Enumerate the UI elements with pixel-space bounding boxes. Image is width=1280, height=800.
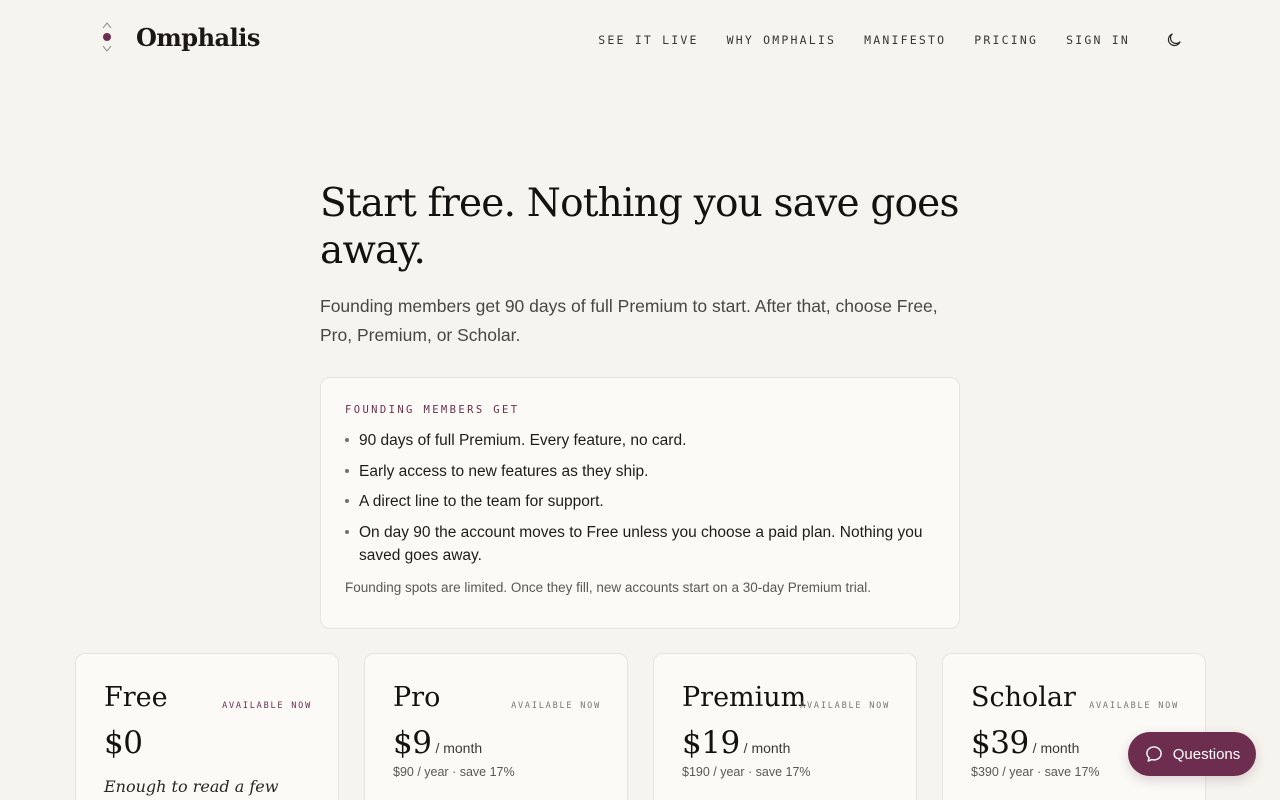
plans-grid: Free AVAILABLE NOW $0 Enough to read a f… bbox=[75, 653, 1206, 800]
nav-sign-in[interactable]: SIGN IN bbox=[1066, 33, 1130, 47]
founding-members-card: FOUNDING MEMBERS GET 90 days of full Pre… bbox=[320, 377, 960, 629]
pricing-hero: Start free. Nothing you save goes away. … bbox=[320, 180, 960, 350]
plan-period: / month bbox=[743, 740, 791, 756]
nav-see-it-live[interactable]: SEE IT LIVE bbox=[598, 33, 698, 47]
list-item: 90 days of full Premium. Every feature, … bbox=[345, 429, 925, 452]
questions-button[interactable]: Questions bbox=[1128, 732, 1256, 776]
plan-price: $39 bbox=[971, 725, 1029, 761]
founding-label: FOUNDING MEMBERS GET bbox=[345, 404, 520, 416]
page-subtitle: Founding members get 90 days of full Pre… bbox=[320, 296, 938, 345]
site-header: Omphalis SEE IT LIVE WHY OMPHALIS MANIFE… bbox=[0, 0, 1280, 80]
omphalis-logo-icon bbox=[102, 22, 112, 52]
list-item: A direct line to the team for support. bbox=[345, 490, 925, 513]
plan-price-row: $9 / month bbox=[393, 725, 599, 761]
plan-price: $0 bbox=[104, 725, 143, 761]
plan-period: / month bbox=[435, 740, 483, 756]
plan-annual-price: $190 / year · save 17% bbox=[682, 765, 811, 779]
availability-badge: AVAILABLE NOW bbox=[800, 701, 890, 711]
questions-label: Questions bbox=[1172, 745, 1241, 763]
page-title: Start free. Nothing you save goes away. bbox=[320, 181, 959, 273]
moon-icon[interactable] bbox=[1165, 31, 1183, 49]
availability-badge: AVAILABLE NOW bbox=[1089, 701, 1179, 711]
plan-price: $19 bbox=[682, 725, 740, 761]
nav-manifesto[interactable]: MANIFESTO bbox=[864, 33, 946, 47]
plan-card-free: Free AVAILABLE NOW $0 Enough to read a f… bbox=[75, 653, 339, 800]
availability-badge: AVAILABLE NOW bbox=[222, 701, 312, 711]
brand-name: Omphalis bbox=[136, 22, 260, 52]
brand-logo-link[interactable]: Omphalis bbox=[100, 20, 260, 54]
plan-card-pro: Pro AVAILABLE NOW $9 / month $90 / year … bbox=[364, 653, 628, 800]
plan-annual-price: $90 / year · save 17% bbox=[393, 765, 515, 779]
main-nav: SEE IT LIVE WHY OMPHALIS MANIFESTO PRICI… bbox=[598, 33, 1130, 47]
plan-price-row: $19 / month bbox=[682, 725, 888, 761]
founding-note: Founding spots are limited. Once they fi… bbox=[345, 579, 871, 595]
list-item: On day 90 the account moves to Free unle… bbox=[345, 521, 925, 567]
plan-card-premium: Premium AVAILABLE NOW $19 / month $190 /… bbox=[653, 653, 917, 800]
plan-price: $9 bbox=[393, 725, 432, 761]
nav-pricing[interactable]: PRICING bbox=[974, 33, 1038, 47]
availability-badge: AVAILABLE NOW bbox=[511, 701, 601, 711]
plan-card-scholar: Scholar AVAILABLE NOW $39 / month $390 /… bbox=[942, 653, 1206, 800]
plan-description: Enough to read a few bbox=[104, 777, 279, 796]
plan-period: / month bbox=[1032, 740, 1080, 756]
nav-why-omphalis[interactable]: WHY OMPHALIS bbox=[727, 33, 836, 47]
list-item: Early access to new features as they shi… bbox=[345, 460, 925, 483]
plan-price-row: $0 bbox=[104, 725, 310, 761]
chat-bubble-icon bbox=[1145, 746, 1162, 762]
founding-benefits-list: 90 days of full Premium. Every feature, … bbox=[345, 429, 935, 567]
